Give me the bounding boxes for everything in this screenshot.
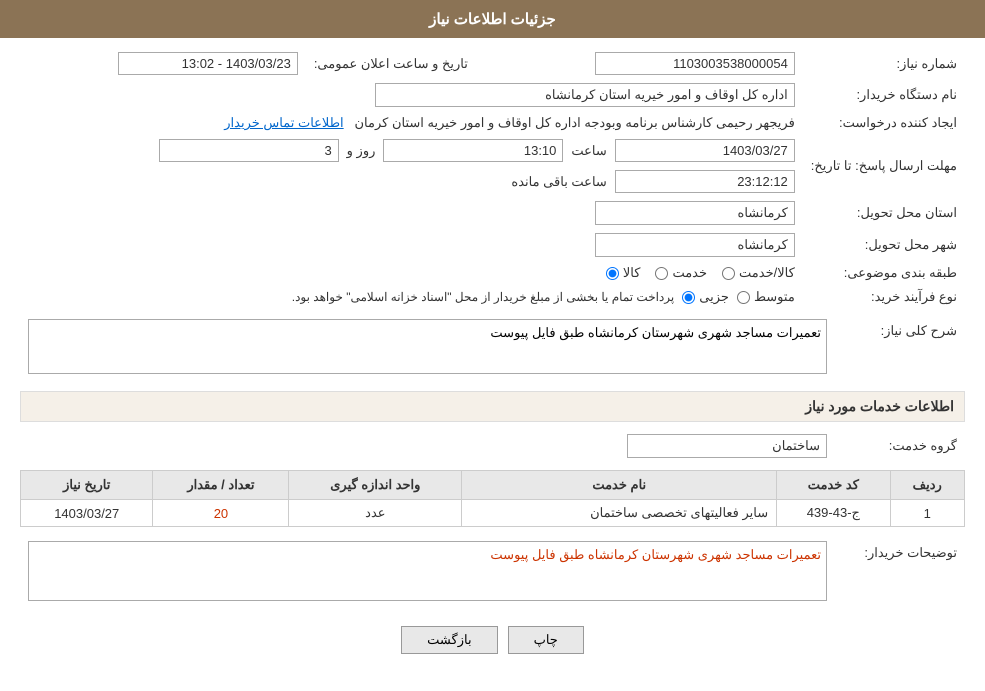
announce-date-value: 1403/03/23 - 13:02 [20, 48, 306, 79]
category-row: کالا/خدمت خدمت کالا [20, 261, 803, 285]
city-value: کرمانشاه [20, 229, 803, 261]
info-section: شماره نیاز: 1103003538000054 تاریخ و ساع… [20, 48, 965, 309]
purchase-type-label: نوع فرآیند خرید: [803, 285, 965, 309]
deadline-remaining-label: ساعت باقی مانده [511, 174, 606, 190]
creator-label: ایجاد کننده درخواست: [803, 111, 965, 135]
buyer-org-label: نام دستگاه خریدار: [803, 79, 965, 111]
radio-khadamat-input[interactable] [655, 267, 668, 280]
deadline-time-box: 13:10 [383, 139, 563, 162]
need-desc-wrapper [28, 319, 827, 377]
table-cell: 1 [890, 500, 964, 527]
announce-date-box: 1403/03/23 - 13:02 [118, 52, 298, 75]
deadline-days-box: 3 [159, 139, 339, 162]
creator-text: فریجهر رحیمی کارشناس برنامه وبودجه اداره… [355, 115, 795, 130]
creator-link[interactable]: اطلاعات تماس خریدار [224, 115, 343, 130]
radio-khadamat[interactable]: خدمت [655, 265, 707, 281]
services-table: ردیف کد خدمت نام خدمت واحد اندازه گیری ت… [20, 470, 965, 527]
service-name-cell: سایر فعالیتهای تخصصی ساختمان [462, 500, 777, 527]
province-label: استان محل تحویل: [803, 197, 965, 229]
purchase-note: پرداخت تمام یا بخشی از مبلغ خریدار از مح… [292, 290, 675, 304]
province-value: کرمانشاه [20, 197, 803, 229]
service-group-box: ساختمان [627, 434, 827, 458]
table-cell: 1403/03/27 [21, 500, 153, 527]
button-bar: چاپ بازگشت [20, 611, 965, 669]
radio-jazii-input[interactable] [682, 291, 695, 304]
service-group-value: ساختمان [20, 430, 835, 462]
radio-kala-khadamat-input[interactable] [722, 267, 735, 280]
back-button[interactable]: بازگشت [401, 626, 497, 654]
buyer-desc-section: توضیحات خریدار: تعمیرات مساجد شهری شهرست… [20, 537, 965, 605]
page-title: جزئیات اطلاعات نیاز [429, 11, 556, 28]
col-quantity: تعداد / مقدار [153, 471, 289, 500]
table-cell: عدد [289, 500, 462, 527]
kala-khadamat-label: کالا/خدمت [739, 265, 795, 281]
col-date: تاریخ نیاز [21, 471, 153, 500]
category-label: طبقه بندی موضوعی: [803, 261, 965, 285]
deadline-label: مهلت ارسال پاسخ: تا تاریخ: [803, 135, 965, 197]
moutasat-label: متوسط [754, 289, 795, 305]
deadline-date-box: 1403/03/27 [615, 139, 795, 162]
deadline-time-label: ساعت [571, 143, 606, 159]
radio-kala-input[interactable] [606, 267, 619, 280]
need-number-box: 1103003538000054 [595, 52, 795, 75]
deadline-days-label: روز و [347, 143, 376, 159]
col-name: نام خدمت [462, 471, 777, 500]
need-desc-textarea[interactable] [28, 319, 827, 374]
buyer-org-value: اداره کل اوقاف و امور خیریه استان کرمانش… [20, 79, 803, 111]
deadline-row: 1403/03/27 ساعت 13:10 روز و 3 23:12:12 س… [20, 135, 803, 197]
kala-label: کالا [623, 265, 641, 281]
need-desc-section: شرح کلی نیاز: [20, 315, 965, 381]
services-section-title: اطلاعات خدمات مورد نیاز [20, 391, 965, 422]
radio-moutasat-input[interactable] [737, 291, 750, 304]
radio-moutasat[interactable]: متوسط [737, 289, 795, 305]
page-wrapper: جزئیات اطلاعات نیاز شماره نیاز: 11030035… [0, 0, 985, 691]
radio-jazii[interactable]: جزیی [682, 289, 729, 305]
page-header: جزئیات اطلاعات نیاز [0, 0, 985, 38]
buyer-desc-value: تعمیرات مساجد شهری شهرستان کرمانشاه طبق … [20, 537, 835, 605]
table-row: 1ج-43-439سایر فعالیتهای تخصصی ساختمانعدد… [21, 500, 965, 527]
city-box: کرمانشاه [595, 233, 795, 257]
table-cell: ج-43-439 [777, 500, 890, 527]
col-code: کد خدمت [777, 471, 890, 500]
deadline-remaining-box: 23:12:12 [615, 170, 795, 193]
buyer-org-box: اداره کل اوقاف و امور خیریه استان کرمانش… [375, 83, 795, 107]
need-desc-label: شرح کلی نیاز: [835, 315, 965, 381]
print-button[interactable]: چاپ [508, 626, 584, 654]
service-group-label: گروه خدمت: [835, 430, 965, 462]
col-row: ردیف [890, 471, 964, 500]
creator-value: فریجهر رحیمی کارشناس برنامه وبودجه اداره… [20, 111, 803, 135]
announce-date-label: تاریخ و ساعت اعلان عمومی: [306, 48, 488, 79]
service-group-section: گروه خدمت: ساختمان [20, 430, 965, 462]
need-number-value: 1103003538000054 [488, 48, 803, 79]
main-content: شماره نیاز: 1103003538000054 تاریخ و ساع… [0, 38, 985, 679]
col-unit: واحد اندازه گیری [289, 471, 462, 500]
purchase-type-row: متوسط جزیی پرداخت تمام یا بخشی از مبلغ خ… [20, 285, 803, 309]
province-box: کرمانشاه [595, 201, 795, 225]
buyer-desc-box: تعمیرات مساجد شهری شهرستان کرمانشاه طبق … [28, 541, 827, 601]
radio-kala[interactable]: کالا [606, 265, 641, 281]
jazii-label: جزیی [699, 289, 729, 305]
radio-kala-khadamat[interactable]: کالا/خدمت [722, 265, 795, 281]
quantity-cell: 20 [153, 500, 289, 527]
khadamat-label: خدمت [672, 265, 707, 281]
buyer-desc-label: توضیحات خریدار: [835, 537, 965, 605]
city-label: شهر محل تحویل: [803, 229, 965, 261]
need-desc-value [20, 315, 835, 381]
need-number-label: شماره نیاز: [803, 48, 965, 79]
